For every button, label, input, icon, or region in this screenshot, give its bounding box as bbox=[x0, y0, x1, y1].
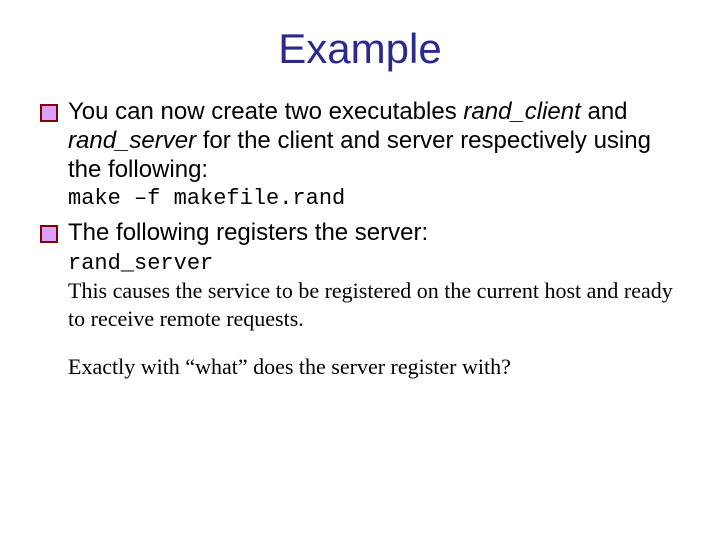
emphasis: rand_client bbox=[463, 98, 580, 125]
bullet-icon bbox=[40, 104, 58, 122]
bullet-text: You can now create two executables rand_… bbox=[68, 98, 680, 184]
slide-title: Example bbox=[40, 25, 680, 73]
code-line: rand_server bbox=[68, 250, 680, 278]
bullet-item: You can now create two executables rand_… bbox=[40, 98, 680, 184]
question-text: Exactly with “what” does the server regi… bbox=[68, 354, 680, 380]
sub-text: This causes the service to be registered… bbox=[68, 277, 680, 332]
sub-block: rand_server This causes the service to b… bbox=[68, 250, 680, 333]
bullet-text: The following registers the server: bbox=[68, 219, 680, 248]
text-run: You can now create two executables bbox=[68, 98, 463, 125]
emphasis: rand_server bbox=[68, 127, 196, 154]
text-run: and bbox=[581, 98, 628, 125]
bullet-icon bbox=[40, 225, 58, 243]
slide: Example You can now create two executabl… bbox=[0, 0, 720, 540]
bullet-item: The following registers the server: bbox=[40, 219, 680, 248]
slide-body: You can now create two executables rand_… bbox=[40, 98, 680, 380]
code-line: make –f makefile.rand bbox=[68, 186, 680, 212]
